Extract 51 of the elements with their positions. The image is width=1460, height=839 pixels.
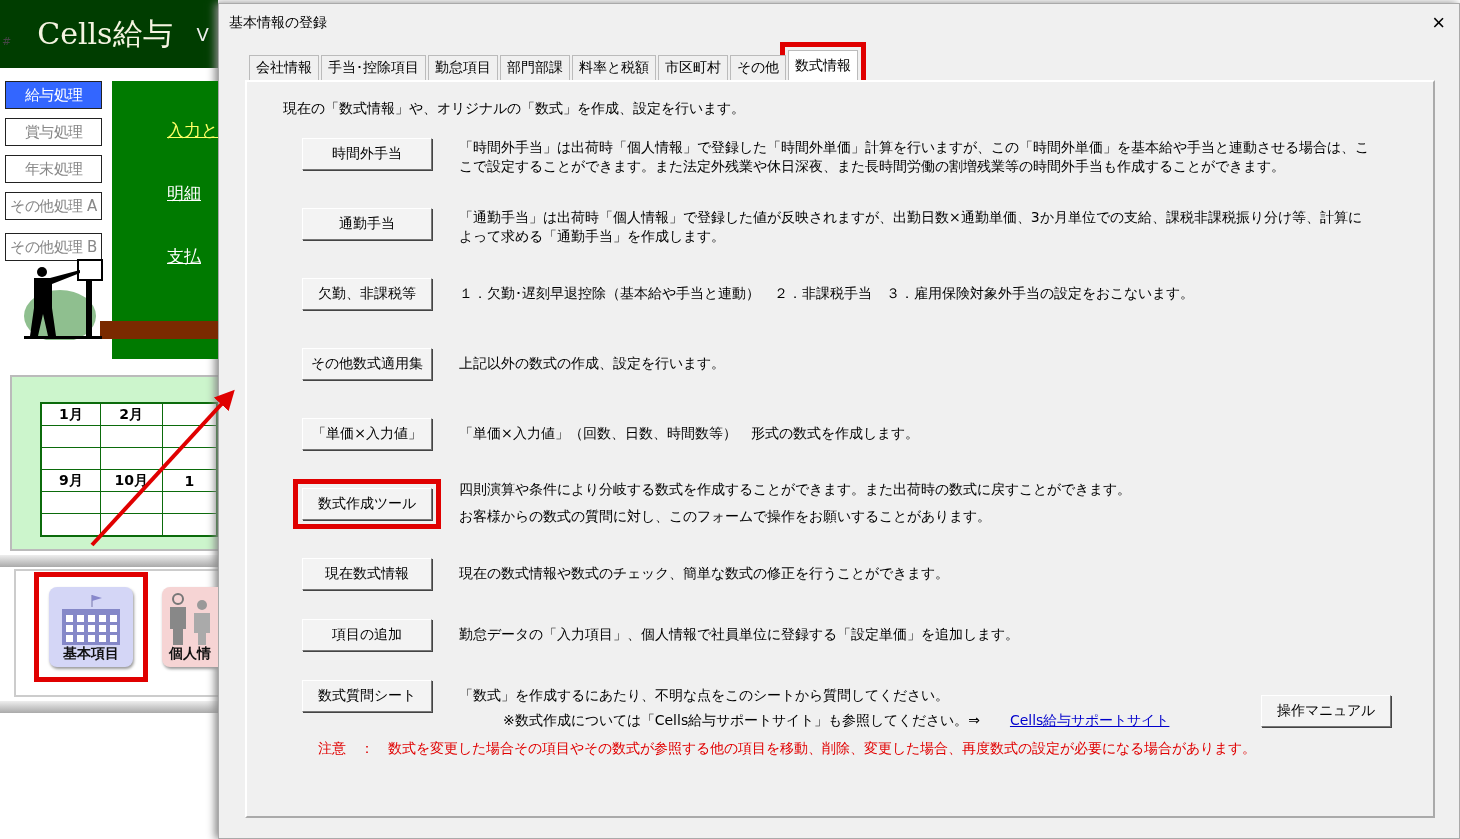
- action-button[interactable]: 「単価×入力値」: [302, 418, 432, 450]
- menu-link[interactable]: 入力と: [167, 119, 218, 142]
- support-note: ※数式作成については「Cells給与サポートサイト」も参照してください。⇒: [503, 712, 980, 730]
- action-button[interactable]: 現在数式情報: [302, 558, 432, 590]
- description-text: 「単価×入力値」（回数、日数、時間数等） 形式の数式を作成します。: [459, 424, 920, 443]
- description-text: 四則演算や条件により分岐する数式を作成することができます。また出荷時の数式に戻すことができます。: [459, 480, 1132, 499]
- nav-button[interactable]: その他処理 A: [5, 192, 102, 220]
- people-icon: [169, 593, 211, 645]
- dialog-title: 基本情報の登録: [229, 14, 327, 32]
- app-title: Cells給与: [37, 14, 173, 53]
- menu-link[interactable]: 支払: [167, 245, 218, 268]
- header-mark: #: [2, 34, 12, 48]
- tab[interactable]: 数式情報: [788, 50, 858, 80]
- description-text: 「通勤手当」は出荷時「個人情報」で登録した値が反映されますが、出勤日数×通勤単価、3か月単位での支給、課税非課税振り分け等、計算によって求める「通勤手当」を作成します。: [459, 208, 1363, 246]
- description-text: 勤怠データの「入力項目」、個人情報で社員単位に登録する「設定単価」を追加します。: [459, 625, 1020, 644]
- tab[interactable]: 部門部課: [500, 55, 570, 80]
- tab[interactable]: その他: [730, 55, 786, 80]
- version-label: V: [196, 23, 209, 45]
- description-text: お客様からの数式の質問に対し、このフォームで操作をお願いすることがあります。: [459, 507, 992, 526]
- manual-button[interactable]: 操作マニュアル: [1261, 695, 1391, 727]
- nav-button[interactable]: 年末処理: [5, 155, 102, 183]
- action-button[interactable]: 数式質問シート: [302, 680, 432, 712]
- description-text: 上記以外の数式の作成、設定を行います。: [459, 354, 726, 373]
- nav-button[interactable]: その他処理 B: [5, 233, 102, 261]
- warning-text: 注意 ： 数式を変更した場合その項目やその数式が参照する他の項目を移動、削除、変更した場合、再度数式の設定が必要になる場合があります。: [318, 740, 1257, 758]
- tab[interactable]: 手当･控除項目: [321, 55, 426, 80]
- tab[interactable]: 市区町村: [658, 55, 728, 80]
- description-text: 「数式」を作成するにあたり、不明な点をこのシートから質問してください。: [459, 686, 950, 705]
- tab[interactable]: 会社情報: [249, 55, 319, 80]
- calendar-cell: 9月: [41, 469, 101, 492]
- nav-button[interactable]: 賞与処理: [5, 118, 102, 146]
- menu-tile[interactable]: 基本項目: [49, 587, 133, 667]
- menu-tile[interactable]: 個人情: [162, 587, 218, 667]
- support-link[interactable]: Cells給与サポートサイト: [1009, 712, 1170, 730]
- intro-text: 現在の「数式情報」や、オリジナルの「数式」を作成、設定を行います。: [283, 100, 746, 118]
- description-text: １．欠勤･遅刻早退控除（基本給や手当と連動） ２．非課税手当 ３．雇用保険対象外手当の設定をおこないます。: [459, 284, 1195, 303]
- tab[interactable]: 料率と税額: [572, 55, 656, 80]
- tab[interactable]: 勤怠項目: [428, 55, 498, 80]
- action-button[interactable]: その他数式適用集: [302, 348, 432, 380]
- action-button[interactable]: 通勤手当: [302, 208, 432, 240]
- action-button[interactable]: 時間外手当: [302, 138, 432, 170]
- description-text: 現在の数式情報や数式のチェック、簡単な数式の修正を行うことができます。: [459, 564, 950, 583]
- nav-button[interactable]: 給与処理: [5, 81, 102, 109]
- calendar-cell: 2月: [100, 403, 163, 426]
- description-text: 「時間外手当」は出荷時「個人情報」で登録した「時間外単価」計算を行いますが、この「時間外単価」を基本給や手当と連動させる場合は、ここで設定することができます。また法定外残業や休日深夜、また長時間労働の割増残業等の時間外手当も作成することができます。: [459, 138, 1370, 176]
- menu-link[interactable]: 明細: [167, 182, 218, 205]
- close-button[interactable]: ×: [1428, 10, 1449, 36]
- action-button[interactable]: 欠勤、非課税等: [302, 278, 432, 310]
- action-button[interactable]: 数式作成ツール: [302, 488, 432, 520]
- action-button[interactable]: 項目の追加: [302, 619, 432, 651]
- calendar-cell: 1月: [41, 403, 101, 426]
